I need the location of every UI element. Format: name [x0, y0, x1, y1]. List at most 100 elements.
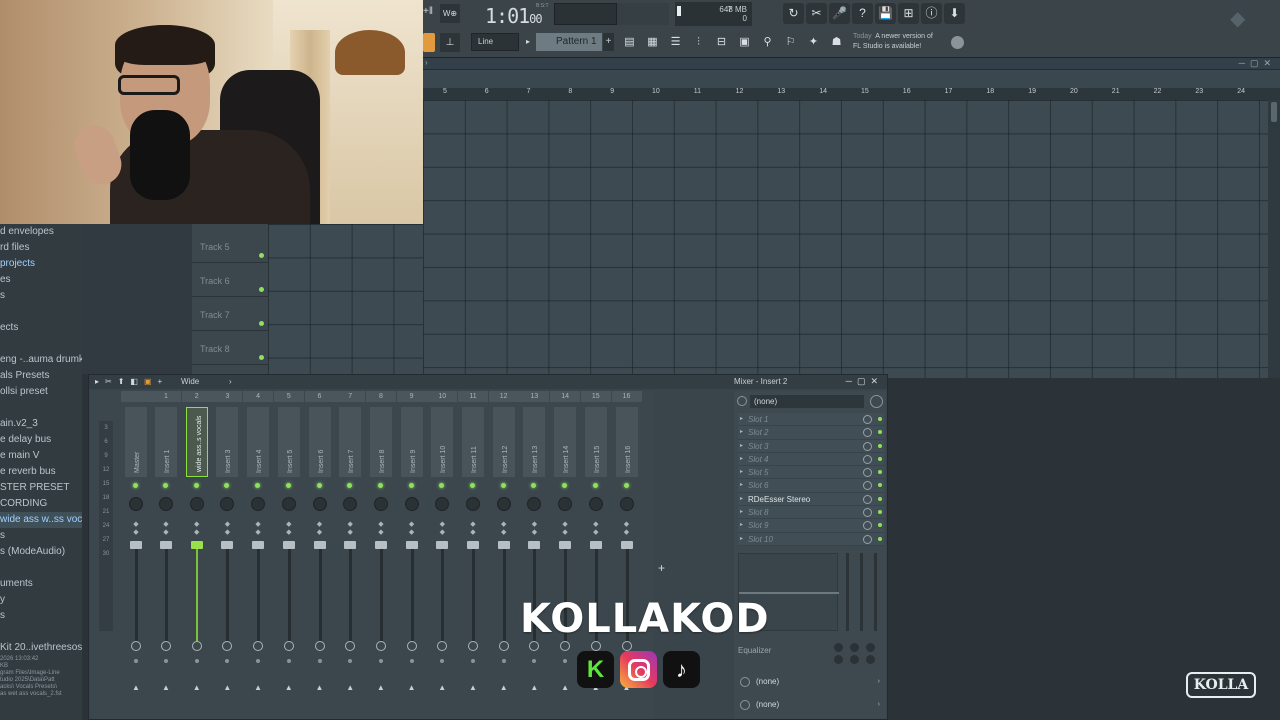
- effect-slot[interactable]: ▸ Slot 10: [738, 532, 884, 546]
- browser-item[interactable]: d envelopes: [0, 224, 82, 240]
- effect-slot[interactable]: ▸ Slot 9: [738, 519, 884, 533]
- volume-fader[interactable]: [467, 541, 479, 549]
- song-time[interactable]: 1:0100: [485, 4, 543, 28]
- strip-enable-led[interactable]: [133, 483, 138, 488]
- help-icon[interactable]: ?: [852, 3, 873, 24]
- track-header[interactable]: Track 5: [192, 230, 268, 263]
- stereo-icon[interactable]: ◆ ◆: [345, 521, 355, 537]
- browser-item[interactable]: y: [0, 592, 82, 608]
- eq-knob[interactable]: [866, 643, 875, 652]
- mixer-add-icon[interactable]: +: [158, 377, 163, 386]
- mixer-strip[interactable]: 14 Insert 14 ◆ ◆ ▲: [550, 391, 581, 719]
- send-arrow-icon[interactable]: ▲: [316, 683, 324, 692]
- record-mode-icon[interactable]: +‖: [423, 6, 433, 17]
- window-buttons[interactable]: ─▢✕: [1239, 58, 1276, 69]
- pattern-selector[interactable]: Pattern 1: [536, 33, 602, 51]
- browser-item[interactable]: ollsi preset: [0, 384, 82, 400]
- route-icon[interactable]: [222, 641, 233, 651]
- volume-fader[interactable]: [436, 541, 449, 549]
- browser-item[interactable]: [0, 624, 82, 640]
- project-icon[interactable]: ▣: [734, 33, 755, 52]
- strip-enable-led[interactable]: [470, 483, 475, 488]
- fl-logo-icon[interactable]: ◆: [1230, 6, 1268, 30]
- strip-enable-led[interactable]: [224, 483, 230, 488]
- volume-fader[interactable]: [252, 541, 265, 549]
- slot-led[interactable]: [878, 523, 882, 528]
- strip-enable-led[interactable]: [531, 483, 537, 488]
- strip-enable-led[interactable]: [500, 483, 506, 488]
- route-icon[interactable]: [375, 641, 386, 651]
- strip-name-box[interactable]: Insert 9: [400, 407, 423, 477]
- gopher-icon[interactable]: ✦: [803, 33, 824, 52]
- volume-fader[interactable]: [221, 541, 234, 549]
- effect-slot[interactable]: ▸ RDeEsser Stereo: [738, 492, 884, 507]
- mixer-strip[interactable]: 3 Insert 3 ◆ ◆ ▲: [212, 391, 243, 719]
- slot-mix-knob[interactable]: [863, 441, 872, 451]
- track-led[interactable]: [259, 287, 264, 292]
- snap-select[interactable]: Line: [471, 33, 519, 51]
- send-arrow-icon[interactable]: ▲: [500, 683, 508, 692]
- playlist-scrollbar[interactable]: [1268, 100, 1280, 378]
- slot-mix-knob[interactable]: [863, 494, 872, 504]
- slot-mix-knob[interactable]: [863, 481, 872, 491]
- slot-led[interactable]: [878, 536, 882, 541]
- strip-enable-led[interactable]: [623, 483, 629, 488]
- strip-name-box[interactable]: Insert 4: [247, 407, 270, 477]
- send-dot[interactable]: [286, 659, 291, 663]
- mixer-layout-icon[interactable]: ▣: [144, 377, 152, 386]
- browser-item[interactable]: [0, 336, 82, 352]
- route-icon[interactable]: [437, 641, 448, 651]
- send-dot[interactable]: [501, 659, 506, 663]
- browser-item[interactable]: projects: [0, 256, 82, 272]
- stereo-icon[interactable]: ◆ ◆: [192, 521, 202, 537]
- track-header[interactable]: Track 6: [192, 264, 268, 297]
- mixer-strip[interactable]: Master ◆ ◆ ▲: [121, 391, 151, 719]
- effect-slot[interactable]: ▸ Slot 5: [738, 466, 884, 480]
- mixer-strip[interactable]: 7 Insert 7 ◆ ◆ ▲: [335, 391, 366, 719]
- stamp-icon[interactable]: ⊥: [440, 33, 460, 52]
- slot-mix-knob[interactable]: [863, 415, 872, 424]
- strip-enable-led[interactable]: [562, 483, 568, 488]
- effect-slot[interactable]: ▸ Slot 4: [738, 452, 884, 467]
- strip-enable-led[interactable]: [163, 483, 168, 488]
- insert-enable-icon[interactable]: [737, 396, 747, 406]
- volume-fader[interactable]: [620, 541, 633, 549]
- fader-1[interactable]: [846, 553, 849, 631]
- playlist-grid[interactable]: [423, 100, 1268, 378]
- pan-knob[interactable]: [343, 497, 358, 511]
- add-pattern-button[interactable]: +: [603, 33, 614, 51]
- track-header[interactable]: Track 7: [192, 298, 268, 331]
- send-dot[interactable]: [164, 659, 168, 663]
- volume-fader[interactable]: [130, 541, 142, 549]
- save-icon[interactable]: 💾: [875, 3, 896, 24]
- pan-knob[interactable]: [496, 497, 511, 511]
- route-icon[interactable]: [253, 641, 264, 651]
- eq-knob[interactable]: [850, 643, 859, 652]
- stereo-icon[interactable]: ◆ ◆: [376, 521, 386, 537]
- slot-mix-knob[interactable]: [863, 454, 872, 464]
- strip-name-box[interactable]: Insert 5: [277, 407, 300, 477]
- effect-slot[interactable]: ▸ Slot 1: [738, 413, 884, 427]
- send-arrow-icon[interactable]: ▲: [223, 683, 231, 692]
- browser-item[interactable]: es: [0, 272, 82, 288]
- strip-name-box[interactable]: wide ass..s vocals: [185, 407, 208, 477]
- info-icon[interactable]: ⓘ: [921, 3, 942, 24]
- volume-fader[interactable]: [313, 541, 326, 549]
- undo-history-icon[interactable]: ↻: [783, 3, 804, 24]
- send-arrow-icon[interactable]: ▲: [346, 683, 354, 692]
- route-icon[interactable]: [529, 641, 540, 651]
- route-icon[interactable]: [345, 641, 356, 651]
- browser-item[interactable]: Kit 20..ivethreesosa: [0, 640, 82, 656]
- browser-item[interactable]: s: [0, 608, 82, 624]
- send-dot[interactable]: [256, 659, 261, 663]
- slot-led[interactable]: [878, 456, 882, 461]
- browser-item[interactable]: CORDING: [0, 496, 82, 512]
- browser-item[interactable]: [0, 560, 82, 576]
- strip-name-box[interactable]: Insert 14: [554, 407, 577, 477]
- fader-3[interactable]: [874, 553, 877, 631]
- pan-knob[interactable]: [189, 497, 204, 511]
- strip-name-box[interactable]: Insert 10: [431, 407, 454, 477]
- mixer-strip[interactable]: 2 wide ass..s vocals ◆ ◆ ▲: [181, 391, 212, 719]
- mixer-view-icon[interactable]: ⊞: [898, 3, 919, 24]
- mixer-strip[interactable]: 12 Insert 12 ◆ ◆ ▲: [488, 391, 519, 719]
